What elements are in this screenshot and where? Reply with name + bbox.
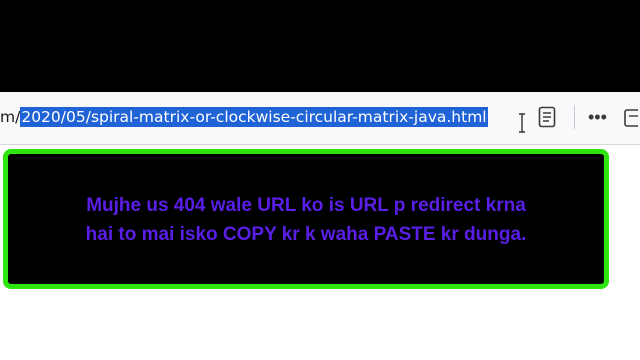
text-cursor-icon [519, 113, 525, 133]
toolbar-divider [574, 105, 575, 129]
url-field[interactable]: m/2020/05/spiral-matrix-or-clockwise-cir… [0, 106, 488, 128]
reader-view-icon[interactable] [538, 106, 556, 128]
toolbar-icon[interactable] [624, 107, 640, 127]
top-black-band [0, 0, 640, 92]
url-selected-text[interactable]: 2020/05/spiral-matrix-or-clockwise-circu… [20, 107, 488, 127]
more-options-icon[interactable]: ••• [588, 108, 614, 126]
caption-line-2: hai to mai isko COPY kr k waha PASTE kr … [85, 224, 527, 245]
caption-text: Mujhe us 404 wale URL ko is URL p redire… [86, 191, 527, 249]
caption-line-1: Mujhe us 404 wale URL ko is URL p redire… [86, 195, 526, 216]
caption-overlay: Mujhe us 404 wale URL ko is URL p redire… [3, 149, 609, 289]
page-content-area [0, 292, 640, 360]
url-prefix: m/ [0, 108, 21, 126]
